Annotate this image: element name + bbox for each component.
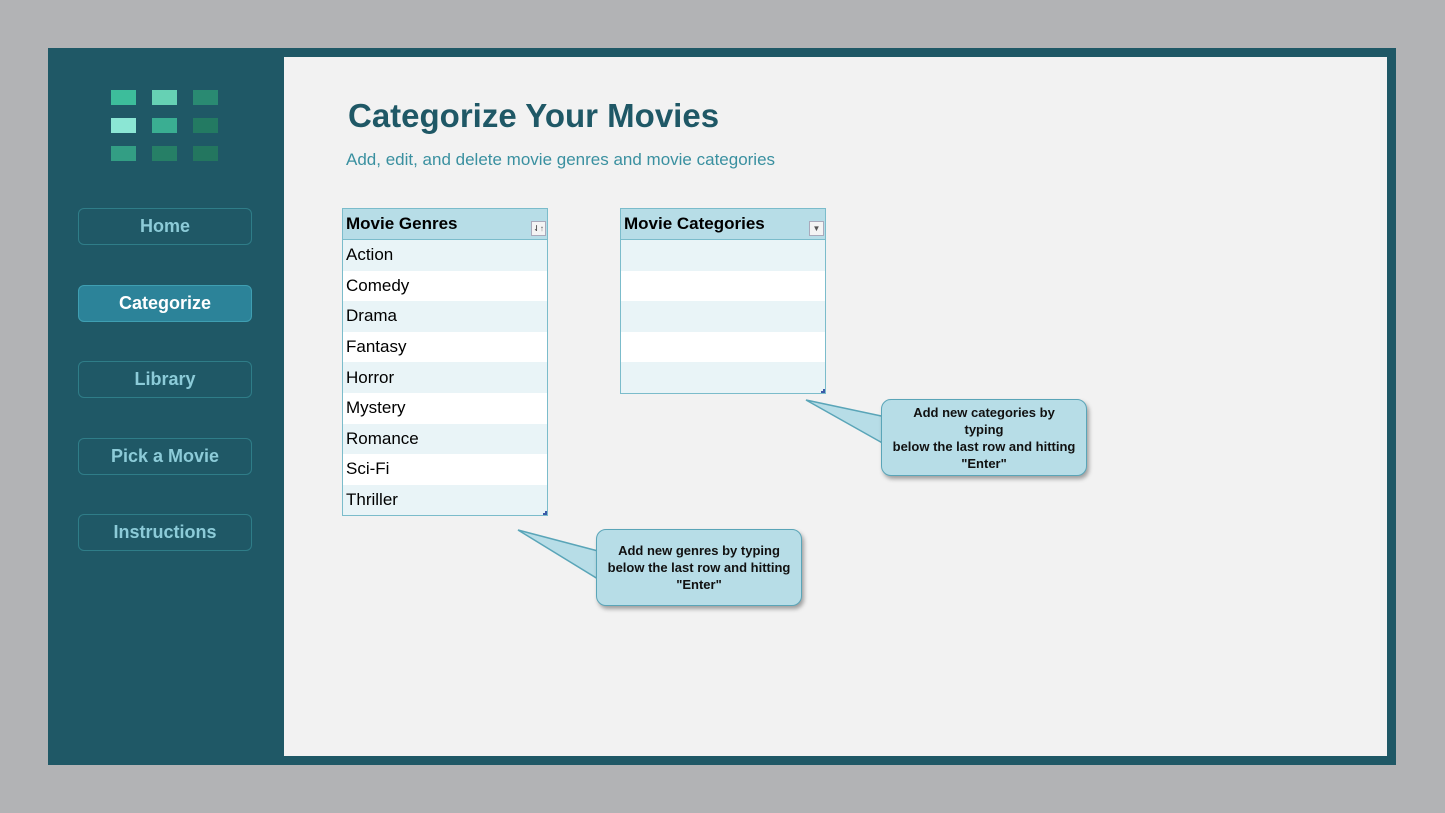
page-title: Categorize Your Movies bbox=[348, 97, 720, 134]
table-row[interactable] bbox=[621, 240, 825, 271]
table-row[interactable] bbox=[621, 301, 825, 332]
table-resize-handle[interactable] bbox=[821, 388, 825, 393]
sort-ascending-icon[interactable]: ⇃↑ bbox=[531, 221, 546, 236]
callout-line: "Enter" bbox=[961, 455, 1007, 471]
nav-library-button[interactable]: Library bbox=[78, 361, 252, 398]
categories-header-label: Movie Categories bbox=[624, 214, 765, 233]
logo-tile bbox=[193, 146, 218, 161]
table-row[interactable]: Action bbox=[343, 240, 547, 271]
callout-line: Add new categories by typing bbox=[913, 404, 1055, 437]
logo-tile bbox=[111, 90, 136, 105]
categories-table-header: Movie Categories ▼ bbox=[621, 209, 825, 240]
table-row[interactable]: Sci-Fi bbox=[343, 454, 547, 485]
callout-line: below the last row and hitting bbox=[892, 438, 1076, 454]
table-row[interactable]: Mystery bbox=[343, 392, 547, 424]
callout-line: below the last row and hitting bbox=[607, 560, 791, 575]
table-row[interactable]: Drama bbox=[343, 301, 547, 332]
genres-callout-text: Add new genres by typing below the last … bbox=[596, 529, 802, 606]
nav-home-button[interactable]: Home bbox=[78, 208, 252, 245]
page-subtitle: Add, edit, and delete movie genres and m… bbox=[346, 150, 776, 169]
table-row[interactable]: Romance bbox=[343, 423, 547, 455]
dropdown-arrow-icon[interactable]: ▼ bbox=[809, 221, 824, 236]
logo-tile bbox=[193, 118, 218, 133]
logo-grid-icon bbox=[111, 90, 221, 165]
nav-categorize-button[interactable]: Categorize bbox=[78, 285, 252, 322]
table-resize-handle[interactable] bbox=[543, 511, 547, 516]
logo-tile bbox=[111, 146, 136, 161]
genres-table-header: Movie Genres ⇃↑ bbox=[343, 209, 547, 240]
callout-line: "Enter" bbox=[676, 577, 722, 592]
main-sheet: Categorize Your Movies Add, edit, and de… bbox=[284, 57, 1387, 756]
logo-tile bbox=[152, 146, 177, 161]
callout-pointer bbox=[517, 529, 599, 581]
genres-header-label: Movie Genres bbox=[346, 214, 458, 233]
table-row[interactable]: Thriller bbox=[343, 484, 547, 516]
table-row[interactable] bbox=[621, 331, 825, 363]
genres-table: Movie Genres ⇃↑ Action Comedy Drama Fantasy… bbox=[342, 208, 548, 517]
logo-tile bbox=[152, 118, 177, 133]
table-row[interactable]: Fantasy bbox=[343, 331, 547, 363]
logo-tile bbox=[111, 118, 136, 133]
categories-table: Movie Categories ▼ bbox=[620, 208, 826, 394]
table-row[interactable]: Horror bbox=[343, 362, 547, 393]
app-window: Home Categorize Library Pick a Movie Ins… bbox=[48, 48, 1396, 765]
table-row[interactable] bbox=[621, 270, 825, 302]
sidebar: Home Categorize Library Pick a Movie Ins… bbox=[48, 48, 284, 765]
table-row[interactable] bbox=[621, 362, 825, 393]
nav-pick-a-movie-button[interactable]: Pick a Movie bbox=[78, 438, 252, 475]
nav-instructions-button[interactable]: Instructions bbox=[78, 514, 252, 551]
table-row[interactable]: Comedy bbox=[343, 270, 547, 302]
logo-tile bbox=[193, 90, 218, 105]
categories-callout-text: Add new categories by typing below the l… bbox=[881, 399, 1087, 476]
callout-line: Add new genres by typing bbox=[618, 543, 780, 558]
logo-tile bbox=[152, 90, 177, 105]
